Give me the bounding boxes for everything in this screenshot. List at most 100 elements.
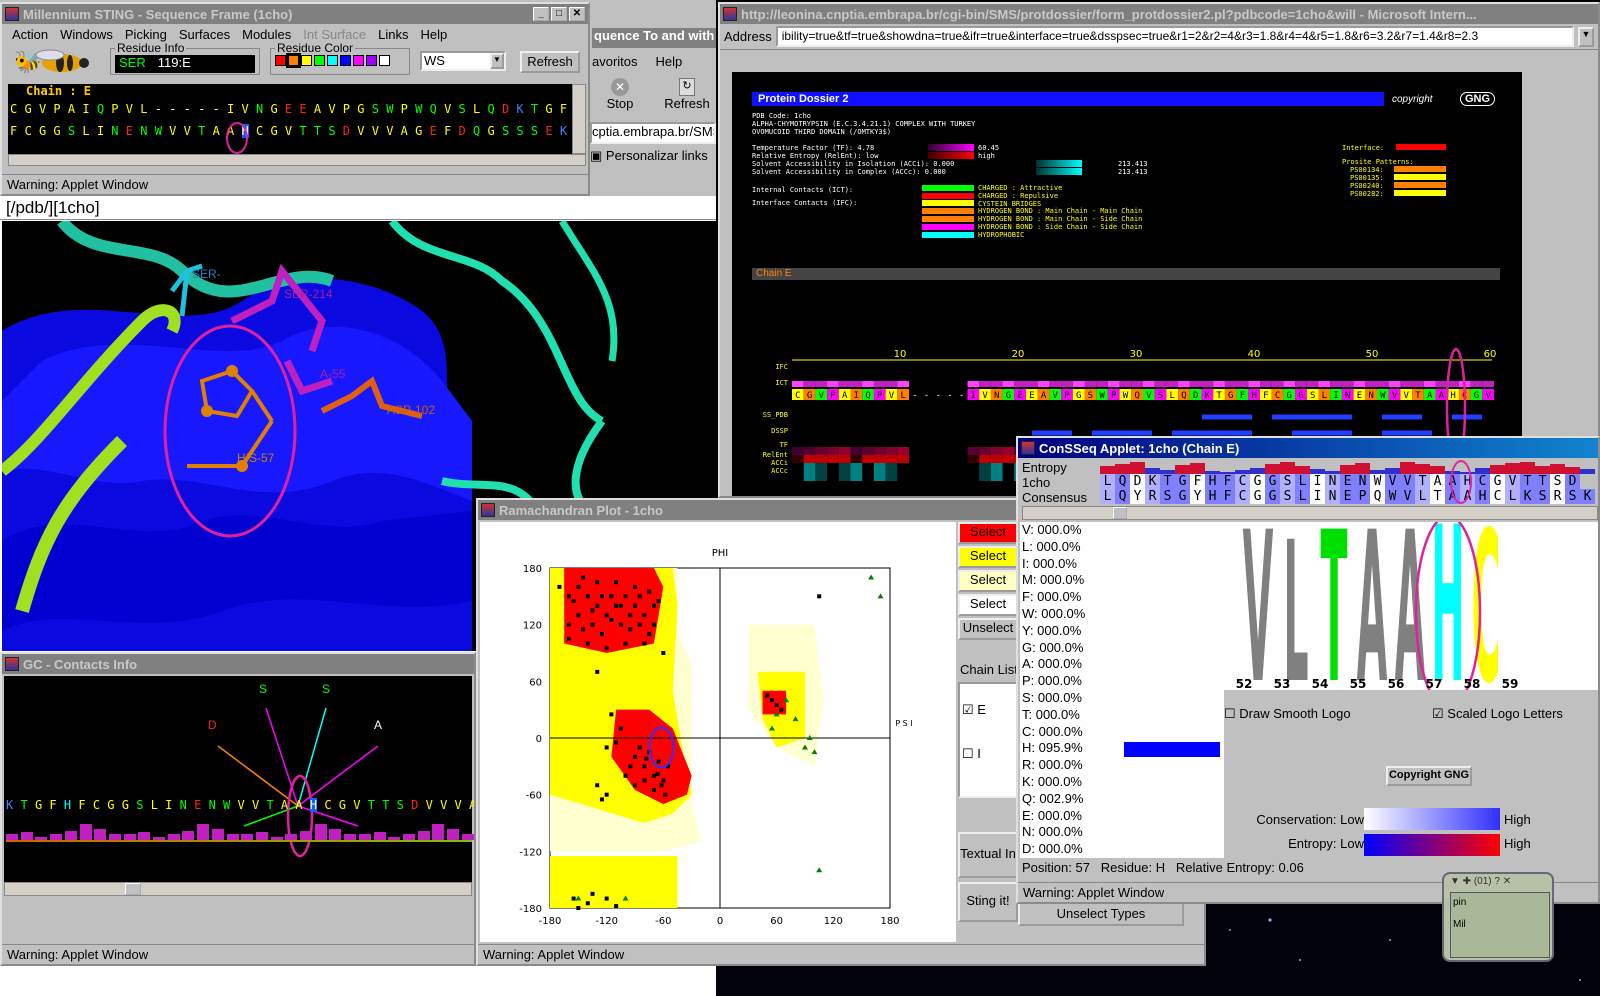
alignment-cell[interactable]: C [1475,474,1490,489]
residue-letter[interactable] [336,124,343,138]
residue-letter[interactable]: K [560,124,567,138]
color-swatch[interactable] [301,55,312,66]
contacts-titlebar[interactable]: GC - Contacts Info [2,654,474,674]
residue-letter[interactable]: C [93,798,100,812]
residue-letter[interactable]: E [299,102,306,116]
residue-letter[interactable] [553,124,560,138]
residue-letter[interactable]: A [314,102,321,116]
alignment-cell[interactable]: L [1505,489,1520,504]
residue-letter[interactable] [176,124,183,138]
residue-letter[interactable]: A [213,124,220,138]
alignment-cell[interactable]: H [1205,489,1220,504]
residue-letter[interactable]: P [343,102,350,116]
alignment-cell[interactable]: D [1130,474,1145,489]
residue-letter[interactable]: V [372,124,379,138]
residue-letter[interactable] [32,124,39,138]
residue-letter[interactable]: P [53,102,60,116]
residue-letter[interactable] [90,102,97,116]
residue-letter[interactable] [307,124,314,138]
sting-it-button[interactable]: Sting it! [958,882,1018,922]
alignment-cell[interactable]: C [1235,474,1250,489]
residue-letter[interactable]: G [339,798,346,812]
residue-letter[interactable]: G [270,124,277,138]
residue-letter[interactable] [278,102,285,116]
close-button[interactable]: ✕ [569,7,585,21]
alignment-cell[interactable]: G [1265,489,1280,504]
alignment-cell[interactable]: F [1220,474,1235,489]
residue-letter[interactable]: T [20,798,27,812]
residue-letter[interactable] [172,798,179,812]
residue-letter[interactable]: S [372,102,379,116]
sequence-scrollbar[interactable] [572,84,586,154]
residue-letter[interactable]: V [426,798,433,812]
residue-letter[interactable]: V [328,102,335,116]
alignment-cell[interactable]: G [1175,489,1190,504]
alignment-cell[interactable]: T [1415,474,1430,489]
residue-letter[interactable] [495,124,502,138]
residue-letter[interactable]: N [180,798,187,812]
select-white-button[interactable]: Select [958,594,1018,616]
alignment-cell[interactable]: N [1325,489,1340,504]
sequence-hscroll[interactable] [8,154,586,166]
residue-letter[interactable]: C [24,124,31,138]
residue-letter[interactable] [249,124,256,138]
residue-letter[interactable] [191,102,198,116]
residue-letter[interactable]: E [545,124,552,138]
alignment-cell[interactable]: I [1310,474,1325,489]
alignment-rows[interactable]: LQDKTGFHFCGGSLINENWVVTAAHCGVTTSDLQYRSGYH… [1100,474,1598,504]
minimize-button[interactable]: _ [533,7,549,21]
residue-letter[interactable] [462,798,469,812]
select-red-button[interactable]: Select [958,522,1018,544]
residue-letter[interactable] [393,102,400,116]
select-light-button[interactable]: Select [958,570,1018,592]
alignment-cell[interactable]: V [1385,474,1400,489]
residue-letter[interactable]: - [155,102,162,116]
color-swatch[interactable] [314,55,325,66]
menu-action[interactable]: Action [6,26,54,43]
alignment-cell[interactable]: L [1295,474,1310,489]
residue-letter[interactable] [147,102,154,116]
sequence-panel[interactable]: Chain : E C G V P A I Q P V L - - - - - … [8,84,582,154]
color-swatch[interactable] [353,55,364,66]
residue-letter[interactable]: W [155,124,162,138]
residue-letter[interactable]: G [545,102,552,116]
alignment-cell[interactable]: C [1490,489,1505,504]
scroll-thumb[interactable] [125,883,141,895]
alignment-cell[interactable]: G [1250,489,1265,504]
residue-letter[interactable] [332,798,339,812]
alignment-cell[interactable]: W [1370,474,1385,489]
residue-letter[interactable]: Q [487,102,494,116]
residue-letter[interactable]: - [184,102,191,116]
rama-plot-area[interactable]: -180 -120 -60 0 60 120 180 180 120 60 0 -60 -120 -180… [480,522,956,955]
unselect-button[interactable]: Unselect [958,618,1018,640]
ws-select[interactable]: WS ▼ [420,51,506,71]
color-swatch[interactable] [327,55,338,66]
residue-letter[interactable]: G [24,102,31,116]
residue-letter[interactable]: G [122,798,129,812]
residue-letter[interactable]: A [295,798,302,812]
conseq-hscroll[interactable] [1022,506,1598,520]
residue-letter[interactable]: S [516,124,523,138]
alignment-cell[interactable]: Q [1370,489,1385,504]
residue-letter[interactable] [437,102,444,116]
refresh-button[interactable]: Refresh [520,51,580,73]
residue-letter[interactable] [187,798,194,812]
residue-letter[interactable] [115,798,122,812]
residue-letter[interactable] [433,798,440,812]
alignment-cell[interactable]: Q [1115,474,1130,489]
residue-letter[interactable]: S [328,124,335,138]
residue-letter[interactable]: D [459,124,466,138]
menu-favorites[interactable]: avoritos [592,54,638,69]
residue-letter[interactable] [220,102,227,116]
residue-letter[interactable] [389,798,396,812]
alignment-cell[interactable]: G [1175,474,1190,489]
alignment-cell[interactable]: V [1400,474,1415,489]
residue-letter[interactable] [307,102,314,116]
alignment-cell[interactable]: T [1520,474,1535,489]
residue-letter[interactable]: I [97,124,104,138]
residue-letter[interactable] [28,798,35,812]
residue-letter[interactable]: V [242,102,249,116]
select-yellow-button[interactable]: Select [958,546,1018,568]
address-input[interactable]: ibility=true&tf=true&showdna=true&ifr=tr… [775,26,1574,47]
alignment-cell[interactable]: S [1565,489,1580,504]
